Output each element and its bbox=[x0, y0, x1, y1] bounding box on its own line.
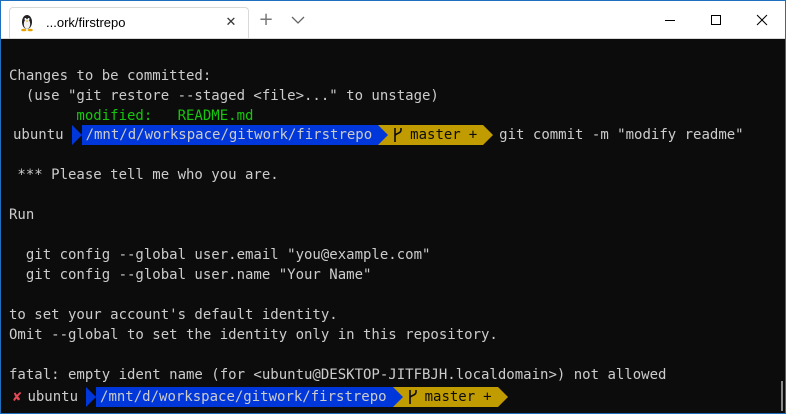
terminal-line: to set your account's default identity. bbox=[9, 307, 338, 323]
scrollbar-thumb[interactable] bbox=[781, 381, 783, 411]
shell-prompt: ubuntu /mnt/d/workspace/gitwork/firstrep… bbox=[9, 125, 744, 145]
title-bar: ...ork/firstrepo ✕ + bbox=[1, 1, 785, 39]
close-button[interactable] bbox=[739, 1, 785, 38]
maximize-button[interactable] bbox=[693, 1, 739, 38]
shell-prompt: ✘ ubuntu /mnt/d/workspace/gitwork/firstr… bbox=[9, 387, 508, 407]
terminal-line: git config --global user.email "you@exam… bbox=[9, 247, 431, 263]
terminal-line-modified: modified: README.md bbox=[9, 108, 254, 124]
prompt-user: ubuntu bbox=[27, 389, 79, 405]
branch-name: master bbox=[424, 389, 476, 405]
git-branch-icon bbox=[394, 128, 402, 142]
powerline-separator-icon bbox=[71, 125, 82, 145]
linux-penguin-icon bbox=[21, 15, 33, 32]
prompt-git-branch: master + bbox=[388, 125, 484, 145]
prompt-path: /mnt/d/workspace/gitwork/firstrepo bbox=[81, 125, 379, 145]
tab-title: ...ork/firstrepo bbox=[46, 15, 126, 30]
minimize-icon bbox=[665, 19, 675, 21]
terminal-line-error: fatal: empty ident name (for <ubuntu@DES… bbox=[9, 367, 667, 383]
terminal-line: Omit --global to set the identity only i… bbox=[9, 327, 498, 343]
terminal-line: git config --global user.name "Your Name… bbox=[9, 267, 372, 283]
terminal-output[interactable]: Changes to be committed: (use "git resto… bbox=[1, 39, 779, 413]
git-branch-icon bbox=[408, 390, 417, 404]
terminal-line: (use "git restore --staged <file>..." to… bbox=[9, 88, 439, 104]
powerline-separator-icon bbox=[392, 387, 403, 407]
branch-status: + bbox=[468, 127, 478, 143]
typed-command: git commit -m "modify readme" bbox=[499, 127, 744, 143]
tab-close-icon[interactable]: ✕ bbox=[222, 14, 240, 32]
powerline-separator-icon bbox=[378, 125, 389, 145]
vertical-scrollbar[interactable] bbox=[779, 39, 785, 413]
error-status-icon: ✘ bbox=[13, 389, 22, 405]
terminal-line: *** Please tell me who you are. bbox=[9, 167, 279, 183]
prompt-user: ubuntu bbox=[9, 125, 72, 145]
new-tab-button[interactable]: + bbox=[257, 11, 275, 29]
terminal-line: Changes to be committed: bbox=[9, 68, 212, 84]
powerline-separator-icon bbox=[86, 387, 97, 407]
minimize-button[interactable] bbox=[647, 1, 693, 38]
close-icon bbox=[756, 14, 768, 25]
prompt-user-segment: ✘ ubuntu bbox=[9, 387, 87, 407]
prompt-git-branch: master + bbox=[402, 387, 498, 407]
branch-status: + bbox=[483, 389, 492, 405]
terminal-line: Run bbox=[9, 207, 35, 223]
prompt-path: /mnt/d/workspace/gitwork/firstrepo bbox=[96, 387, 393, 407]
terminal-window: ...ork/firstrepo ✕ + Changes to be commi… bbox=[0, 0, 786, 414]
branch-name: master bbox=[410, 127, 461, 143]
chevron-down-icon[interactable] bbox=[289, 11, 307, 29]
tab-firstrepo[interactable]: ...ork/firstrepo ✕ bbox=[9, 7, 249, 38]
powerline-separator-icon bbox=[483, 125, 494, 145]
maximize-icon bbox=[711, 14, 721, 25]
powerline-separator-icon bbox=[497, 387, 508, 407]
